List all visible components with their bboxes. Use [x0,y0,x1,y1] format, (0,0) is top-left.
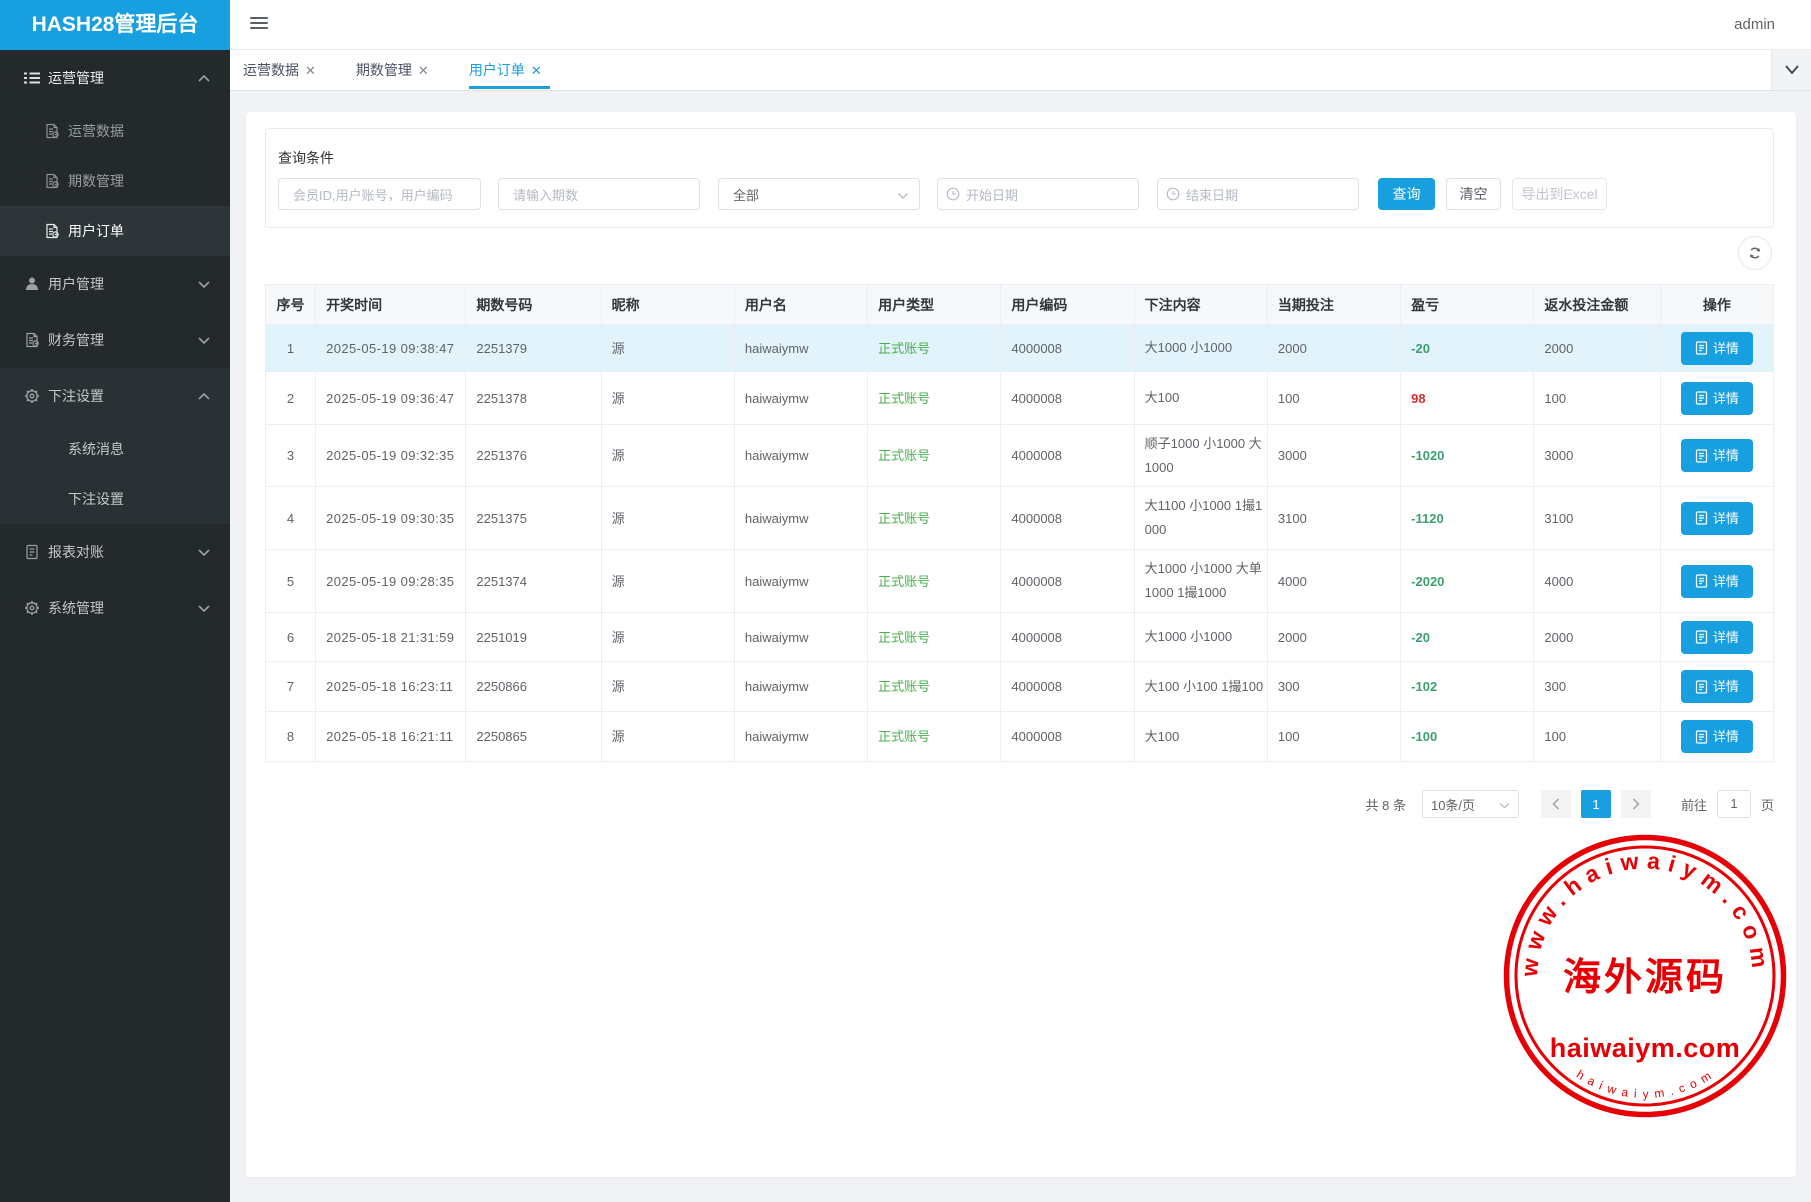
svg-text:海外源码: 海外源码 [1563,957,1727,999]
svg-text:haiwaiym.com: haiwaiym.com [1550,1033,1741,1063]
